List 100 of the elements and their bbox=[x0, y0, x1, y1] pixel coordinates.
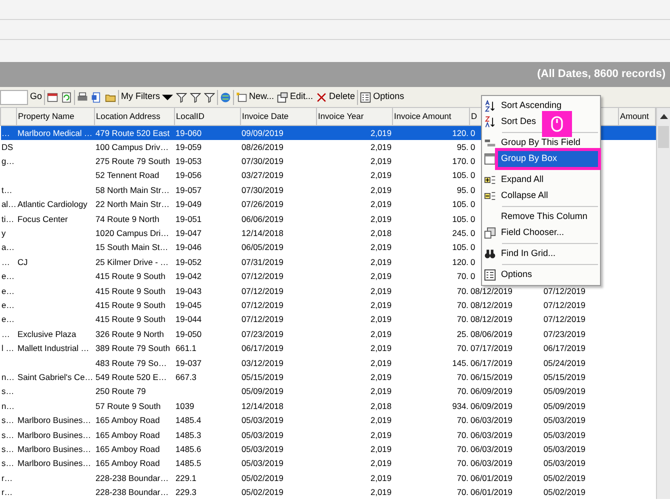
table-cell: 0 bbox=[470, 214, 476, 224]
column-header[interactable]: Invoice Year bbox=[316, 108, 392, 125]
table-cell: 70. bbox=[456, 386, 468, 396]
table-cell: 70. bbox=[456, 286, 468, 296]
table-cell: 0 bbox=[470, 170, 476, 180]
table-cell: 19-056 bbox=[176, 170, 202, 180]
table-cell: 07/12/2019 bbox=[242, 300, 284, 310]
table-cell: al… bbox=[2, 199, 16, 210]
table-cell: 07/12/2019 bbox=[544, 300, 586, 310]
table-cell: 08/06/2019 bbox=[470, 328, 512, 339]
column-header[interactable]: Invoice Date bbox=[240, 108, 316, 125]
table-cell: 19-051 bbox=[176, 214, 202, 224]
scroll-up-arrow-icon[interactable] bbox=[660, 114, 668, 119]
table-cell: 549 Route 520 E… bbox=[96, 372, 167, 382]
table-cell: 05/02/2019 bbox=[242, 472, 284, 483]
table-cell: Saint Gabriel's Ce… bbox=[18, 372, 94, 382]
options-button[interactable]: Options bbox=[359, 88, 406, 106]
table-cell: g… bbox=[2, 156, 15, 166]
table-cell: 05/09/2019 bbox=[242, 386, 284, 396]
table-cell: 15 South Main St… bbox=[96, 242, 168, 252]
group-field-icon bbox=[484, 137, 496, 149]
column-header[interactable]: Invoice Amount bbox=[392, 108, 470, 125]
menu-item[interactable]: Find In Grid... bbox=[498, 246, 559, 262]
table-cell: 06/05/2019 bbox=[242, 242, 284, 252]
table-cell: 08/12/2019 bbox=[470, 314, 512, 324]
table-cell: 2,019 bbox=[370, 286, 392, 296]
column-header[interactable]: LocalID bbox=[174, 108, 240, 125]
go-button[interactable]: Go bbox=[29, 88, 44, 106]
table-cell: 667.3 bbox=[176, 372, 196, 382]
table-cell: 105. bbox=[452, 199, 468, 210]
options-icon bbox=[360, 92, 372, 102]
column-header[interactable]: Property Name bbox=[16, 108, 94, 125]
table-cell: 326 Route 9 North bbox=[96, 328, 164, 339]
table-cell: 0 bbox=[470, 228, 476, 238]
table-cell: 0 bbox=[470, 184, 476, 195]
table-cell: s… bbox=[2, 386, 14, 396]
delete-button[interactable]: Delete bbox=[315, 88, 356, 106]
menu-item[interactable]: Remove This Column bbox=[498, 209, 590, 225]
table-cell: Mallett Industrial … bbox=[18, 343, 90, 354]
menu-item[interactable]: Group By Box bbox=[498, 151, 598, 167]
table-cell: 07/30/2019 bbox=[242, 156, 284, 166]
filters-dropdown[interactable]: My Filters bbox=[120, 88, 174, 106]
table-cell: 2,019 bbox=[370, 142, 392, 152]
table-cell: 934. bbox=[452, 400, 468, 411]
table-cell: 06/17/2019 bbox=[544, 343, 586, 354]
menu-item[interactable]: Sort Des bbox=[498, 114, 540, 130]
menu-item[interactable]: Options bbox=[498, 267, 536, 283]
table-cell: 1485.4 bbox=[176, 415, 202, 426]
table-cell: r… bbox=[2, 472, 13, 483]
table-cell: 2,019 bbox=[370, 458, 392, 468]
scrollbar[interactable] bbox=[656, 108, 670, 500]
search-field[interactable] bbox=[0, 90, 28, 104]
table-cell: 2,019 bbox=[370, 170, 392, 180]
table-cell: e… bbox=[2, 271, 15, 282]
table-cell: 415 Route 9 South bbox=[96, 314, 166, 324]
menu-item[interactable]: Sort Ascending bbox=[498, 98, 565, 114]
scrollbar-thumb[interactable] bbox=[658, 126, 669, 148]
table-cell: 2,019 bbox=[370, 358, 392, 368]
table-cell: 07/31/2019 bbox=[242, 256, 284, 267]
table-cell: 22 North Main Str… bbox=[96, 199, 170, 210]
table-cell: 08/12/2019 bbox=[470, 286, 512, 296]
table-cell: 19-057 bbox=[176, 184, 202, 195]
table-cell: 1485.3 bbox=[176, 430, 202, 440]
menu-item[interactable]: Group By This Field bbox=[498, 135, 584, 151]
table-cell: 100 Campus Driv… bbox=[96, 142, 169, 152]
table-cell: 19-050 bbox=[176, 328, 202, 339]
edit-button[interactable]: Edit... bbox=[276, 88, 314, 106]
column-header[interactable]: Amount bbox=[618, 108, 656, 125]
table-cell: 70. bbox=[456, 444, 468, 454]
binoculars-icon bbox=[484, 248, 496, 260]
table-cell: 07/12/2019 bbox=[242, 271, 284, 282]
table-cell: 03/12/2019 bbox=[242, 358, 284, 368]
table-cell: 07/23/2019 bbox=[242, 328, 284, 339]
new-button[interactable]: New... bbox=[235, 88, 276, 106]
table-cell: 05/03/2019 bbox=[242, 458, 284, 468]
table-cell: 105. bbox=[452, 170, 468, 180]
table-cell: e… bbox=[2, 286, 15, 296]
table-cell: 229.1 bbox=[176, 472, 196, 483]
table-cell: 95. bbox=[456, 184, 468, 195]
menu-item[interactable]: Collapse All bbox=[498, 188, 552, 204]
table-cell: 58 North Main Str… bbox=[96, 184, 170, 195]
table-cell: … bbox=[2, 256, 10, 267]
table-cell: 05/03/2019 bbox=[544, 430, 586, 440]
menu-item[interactable]: Expand All bbox=[498, 172, 547, 188]
column-header[interactable]: Location Address bbox=[94, 108, 174, 125]
table-cell: 0 bbox=[470, 256, 476, 267]
table-cell: 483 Route 79 So… bbox=[96, 358, 167, 368]
table-cell: s… bbox=[2, 444, 14, 454]
table-cell: 12/14/2018 bbox=[242, 400, 284, 411]
table-cell: 19-045 bbox=[176, 300, 202, 310]
table-cell: 2,019 bbox=[370, 256, 392, 267]
table-cell: 19-052 bbox=[176, 256, 202, 267]
table-cell: 06/03/2019 bbox=[470, 415, 512, 426]
table-cell: 2,019 bbox=[370, 271, 392, 282]
table-cell: 245. bbox=[452, 228, 468, 238]
table-cell: 08/26/2019 bbox=[242, 142, 284, 152]
menu-item[interactable]: Field Chooser... bbox=[498, 225, 568, 241]
table-cell: 145. bbox=[452, 358, 468, 368]
table-cell: Marlboro Busines… bbox=[18, 444, 92, 454]
table-cell: 06/03/2019 bbox=[470, 458, 512, 468]
